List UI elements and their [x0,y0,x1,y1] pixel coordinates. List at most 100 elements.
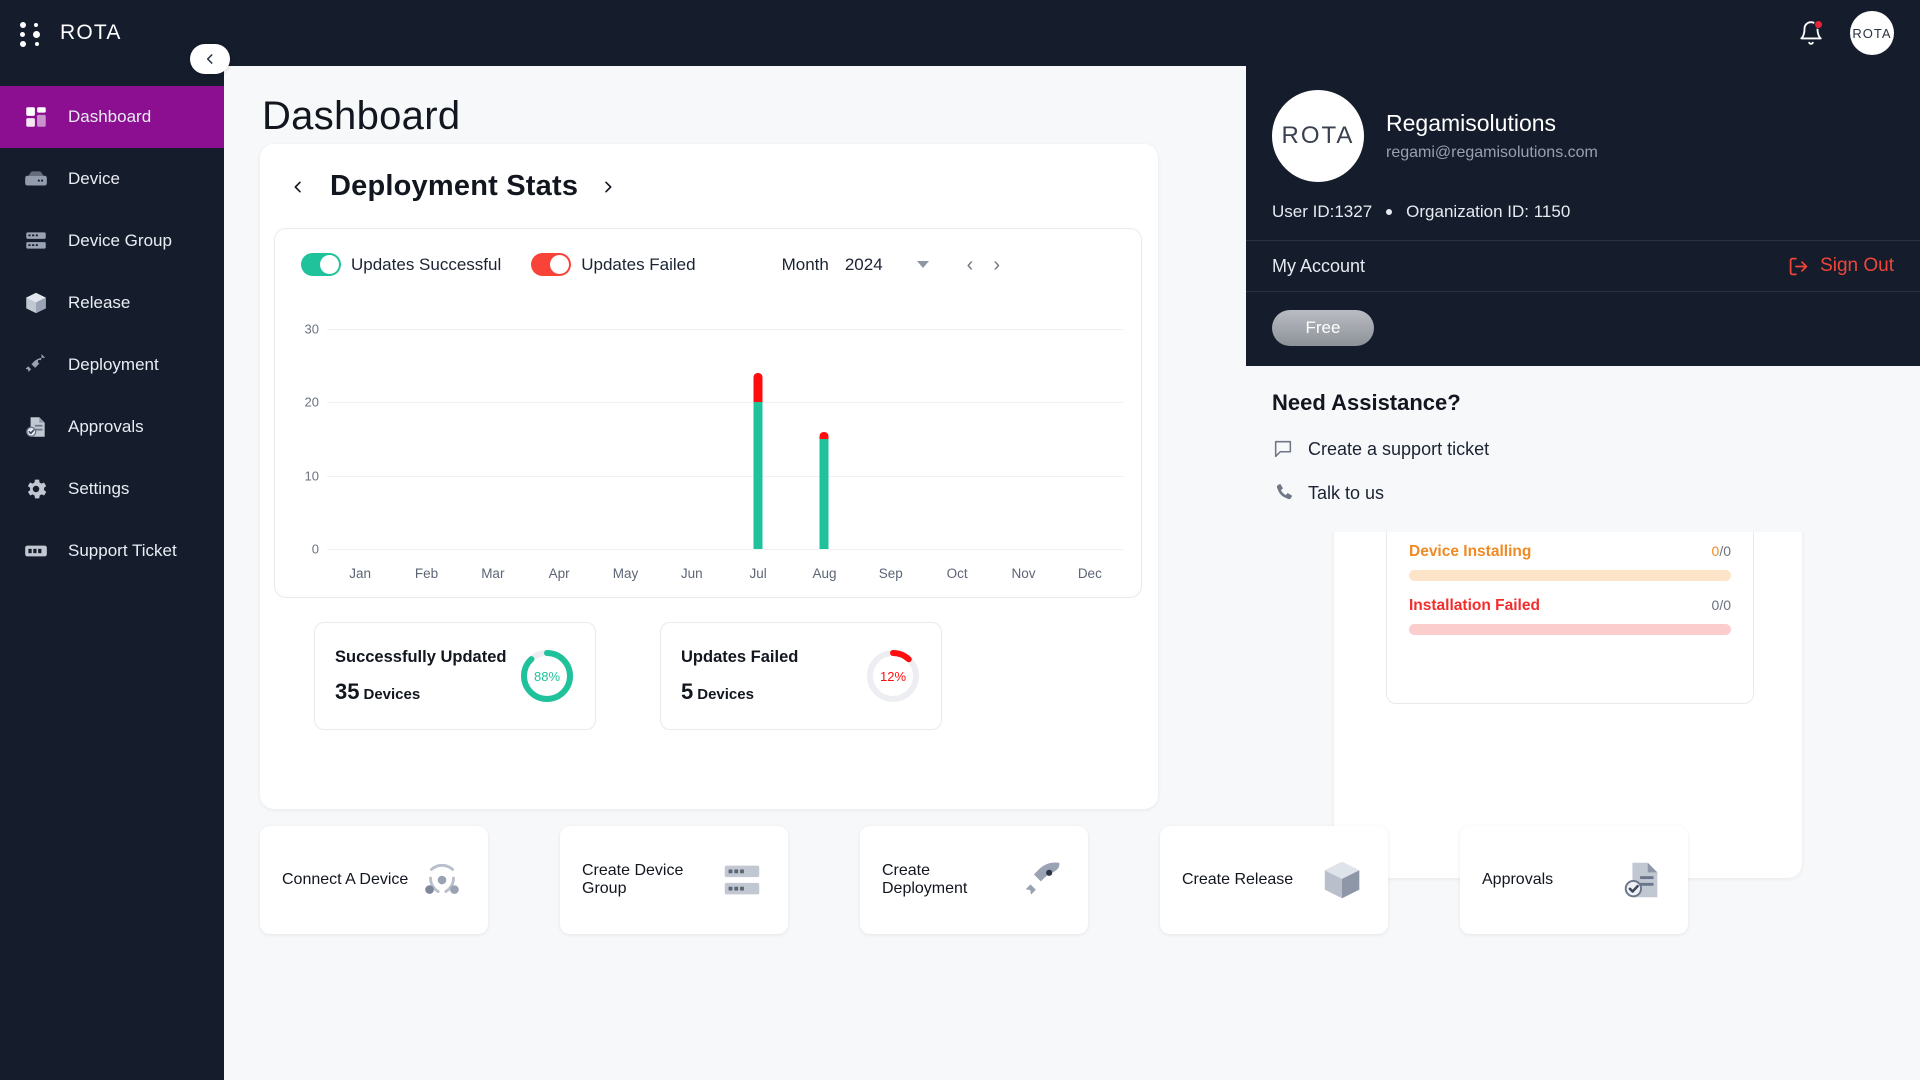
sidebar-item-deployment[interactable]: Deployment [0,334,224,396]
chart-bar-column [592,299,658,549]
quick-card-label: Create Release [1182,871,1293,889]
chart-bar-column [924,299,990,549]
sidebar-item-label: Settings [68,479,129,499]
toggle-updates-successful-label: Updates Successful [351,255,501,275]
progress-value: 0/0 [1712,543,1731,559]
chart-x-tick-label: Oct [924,566,990,581]
account-name: Regamisolutions [1386,110,1598,137]
chart-bar-segment-failed [820,432,829,439]
sidebar-item-device-group[interactable]: Device Group [0,210,224,272]
chart-bar-column [791,299,857,549]
chart-bar[interactable] [754,373,763,549]
sidebar-collapse-button[interactable] [190,44,230,74]
chart-x-tick-label: Aug [791,566,857,581]
phone-icon [1272,482,1294,504]
quick-card-label: Create Device Group [582,862,718,898]
my-account-row[interactable]: My Account Sign Out [1246,240,1920,292]
sidebar: Dashboard Device [0,66,224,1080]
help-item-label: Talk to us [1308,483,1384,504]
box-cube-icon [22,289,50,317]
six-dots-icon[interactable] [20,20,44,46]
chart-x-tick-label: Nov [990,566,1056,581]
stat-count-value: 5 [681,679,693,704]
sidebar-item-dashboard[interactable]: Dashboard [0,86,224,148]
sidebar-item-device[interactable]: Device [0,148,224,210]
chart-x-tick-label: Dec [1057,566,1123,581]
donut-percent-label: 12% [865,648,921,704]
toggle-updates-successful[interactable] [301,253,341,276]
quick-card-label: Approvals [1482,871,1553,889]
chart-bar-column [725,299,791,549]
avatar[interactable]: ROTA [1850,11,1894,55]
toggle-updates-failed-label: Updates Failed [581,255,695,275]
sidebar-item-release[interactable]: Release [0,272,224,334]
box-cube-icon [1318,856,1366,904]
chart-x-tick-label: Jan [327,566,393,581]
help-item-create-support-ticket[interactable]: Create a support ticket [1272,438,1894,460]
bell-icon[interactable] [1798,19,1824,47]
sidebar-item-label: Deployment [68,355,159,375]
bar-chart: 0102030 JanFebMarAprMayJunJulAugSepOctNo… [275,299,1143,589]
rocket-icon [1018,856,1066,904]
quick-card-approvals[interactable]: Approvals [1460,826,1688,934]
dashboard-grid-icon [22,103,50,131]
sidebar-item-support-ticket[interactable]: Support Ticket [0,520,224,582]
quick-card-create-release[interactable]: Create Release [1160,826,1388,934]
server-stack-icon [718,856,766,904]
chart-bar-column [526,299,592,549]
chart-prev-button[interactable]: ‹ [967,255,974,275]
user-id: User ID:1327 [1272,202,1372,222]
help-item-talk-to-us[interactable]: Talk to us [1272,482,1894,504]
separator-dot [1386,209,1392,215]
chart-toolbar: Updates Successful Updates Failed Month … [275,229,1141,276]
toggle-updates-failed[interactable] [531,253,571,276]
sidebar-item-approvals[interactable]: Approvals [0,396,224,458]
progress-row-installation-failed: Installation Failed 0/0 [1409,597,1731,635]
app-root: ROTA ROTA Dashboard [0,0,1920,1080]
chart-period-nav: ‹ › [967,255,1000,275]
plan-badge[interactable]: Free [1272,310,1374,346]
donut-updates-failed: 12% [865,648,921,704]
need-assistance-title: Need Assistance? [1272,390,1894,416]
chart-y-tick-label: 10 [275,468,319,483]
chart-x-tick-label: Sep [858,566,924,581]
sign-out-button[interactable]: Sign Out [1788,255,1894,277]
quick-card-create-device-group[interactable]: Create Device Group [560,826,788,934]
stat-title: Updates Failed [681,648,798,667]
quick-action-cards: Connect A Device Create Device Group [260,826,1688,934]
stat-count: 35Devices [335,679,506,705]
quick-card-connect-a-device[interactable]: Connect A Device [260,826,488,934]
stat-count-value: 35 [335,679,359,704]
chart-bar-column [990,299,1056,549]
chart-y-tick-label: 0 [275,542,319,557]
quick-card-create-deployment[interactable]: Create Deployment [860,826,1088,934]
year-select[interactable]: 2024 [845,255,929,275]
sidebar-item-label: Release [68,293,130,313]
my-account-label: My Account [1272,256,1365,277]
panel-prev-button[interactable] [290,175,308,199]
chart-x-tick-label: Mar [460,566,526,581]
chart-bar-column [1057,299,1123,549]
quick-card-label: Create Deployment [882,862,1018,898]
caret-down-icon [917,261,929,268]
help-item-label: Create a support ticket [1308,439,1489,460]
account-user-block: ROTA Regamisolutions regami@regamisoluti… [1246,66,1920,202]
stat-title: Successfully Updated [335,648,506,667]
rocket-icon [22,351,50,379]
chart-x-tick-label: Feb [393,566,459,581]
chart-x-tick-label: Jun [659,566,725,581]
donut-percent-label: 88% [519,648,575,704]
chart-y-tick-label: 30 [275,322,319,337]
chart-bar-segment-successful [820,439,829,549]
stat-card-successfully-updated: Successfully Updated 35Devices 88% [314,622,596,730]
chart-next-button[interactable]: › [993,255,1000,275]
panel-next-button[interactable] [600,175,618,199]
progress-bar [1409,624,1731,635]
chart-bar-column [659,299,725,549]
progress-label: Installation Failed [1409,597,1540,615]
stat-cards: Successfully Updated 35Devices 88% [314,622,942,730]
sidebar-item-settings[interactable]: Settings [0,458,224,520]
chart-bar-segment-failed [754,373,763,402]
chart-bar[interactable] [820,432,829,549]
sidebar-item-label: Dashboard [68,107,151,127]
